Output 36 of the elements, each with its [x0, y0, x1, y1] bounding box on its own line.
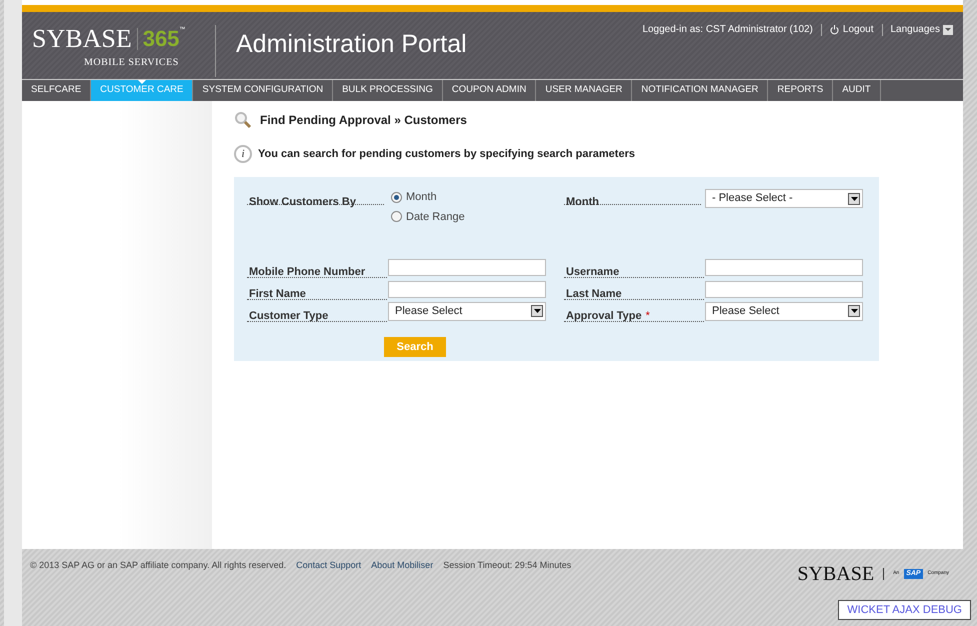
session-timeout: Session Timeout: 29:54 Minutes	[443, 559, 572, 572]
logout-link[interactable]: Logout	[830, 22, 874, 37]
user-info: Logged-in as: CST Administrator (102)	[642, 23, 813, 37]
select-field[interactable]: Please Select	[388, 302, 546, 320]
input-field[interactable]	[388, 258, 546, 276]
field-label: Show Customers By	[249, 196, 356, 208]
copyright-text: © 2013 SAP AG or an SAP affiliate company. All rights reserved.	[30, 559, 286, 572]
page-heading: Find Pending Approval » Customers	[260, 112, 467, 129]
field-label: Mobile Phone Number	[249, 266, 366, 278]
field-label: Month	[566, 196, 599, 208]
radio-option[interactable]: Date Range	[391, 208, 546, 225]
required-mark: *	[646, 310, 650, 322]
footer-link[interactable]: Contact Support	[296, 559, 362, 572]
select-field[interactable]: - Please Select -	[705, 189, 863, 208]
caret-icon	[531, 305, 543, 317]
caret-icon	[848, 192, 860, 204]
info-text: You can search for pending customers by specifying search parameters	[258, 146, 635, 162]
footer-link[interactable]: About Mobiliser	[371, 559, 434, 572]
portal-title: Administration Portal	[236, 29, 467, 60]
select-field[interactable]: Please Select	[705, 302, 863, 320]
info-icon: i	[234, 145, 252, 163]
input-field[interactable]	[388, 280, 546, 298]
input-field[interactable]	[705, 280, 863, 298]
field-label: Approval Type	[566, 310, 642, 322]
input-field[interactable]	[705, 258, 863, 276]
power-icon	[830, 24, 839, 34]
field-label: Customer Type	[249, 310, 328, 322]
field-label: First Name	[249, 288, 306, 300]
debug-button[interactable]: WICKET AJAX DEBUG	[838, 600, 971, 620]
languages-menu[interactable]: Languages	[890, 22, 953, 37]
field-label: Last Name	[566, 288, 622, 300]
search-icon	[234, 111, 252, 129]
field-label: Username	[566, 266, 620, 278]
radio-option[interactable]: Month	[391, 189, 546, 206]
caret-icon	[848, 305, 860, 317]
caret-icon	[943, 24, 953, 34]
